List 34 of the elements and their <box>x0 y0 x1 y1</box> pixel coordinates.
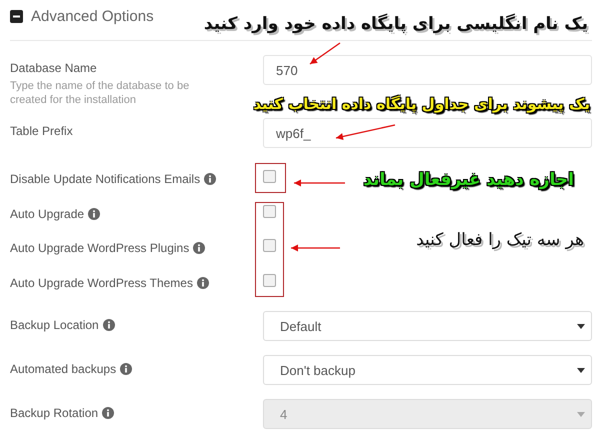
checkbox[interactable] <box>263 239 276 252</box>
info-icon[interactable] <box>102 319 115 331</box>
field-label: Database Name <box>10 61 97 75</box>
text-field[interactable]: 570 <box>263 55 592 85</box>
caret-icon <box>577 368 585 372</box>
text-field[interactable]: wp6f_ <box>263 118 592 148</box>
select-field[interactable]: Don't backup <box>263 355 592 385</box>
checkbox[interactable] <box>263 170 276 184</box>
annotation-text: هر سه تیک را فعال کنید <box>416 229 584 252</box>
caret-icon <box>577 412 585 416</box>
select-field[interactable]: Default <box>263 311 592 341</box>
annotation-text: یک پیشوند برای جداول پایگاه داده انتخاب کنید <box>253 94 590 115</box>
info-icon[interactable] <box>193 242 206 254</box>
section-title: Advanced Options <box>31 8 154 24</box>
checkbox[interactable] <box>263 204 276 218</box>
checkbox[interactable] <box>263 274 276 287</box>
help-text: Type the name of the database to be created for the installation <box>10 79 190 107</box>
info-icon[interactable] <box>120 363 132 375</box>
annotation-text: یک نام انگلیسی برای پایگاه داده خود وارد کنید <box>204 12 588 36</box>
field-label: Backup Rotation <box>10 406 98 420</box>
caret-icon <box>577 324 585 328</box>
field-label: Table Prefix <box>10 124 73 138</box>
field-label: Auto Upgrade WordPress Themes <box>10 276 193 290</box>
field-label: Backup Location <box>10 318 99 332</box>
collapse-icon[interactable] <box>10 10 23 22</box>
highlight-frame <box>255 163 286 193</box>
info-icon[interactable] <box>88 208 100 220</box>
field-label: Disable Update Notifications Emails <box>10 172 200 186</box>
info-icon[interactable] <box>204 173 216 186</box>
field-label: Auto Upgrade <box>10 206 84 221</box>
annotation-text: اجازه دهید غیرفعال بماند <box>363 169 574 192</box>
info-icon[interactable] <box>196 276 209 289</box>
field-label: Automated backups <box>10 362 116 376</box>
field-label: Auto Upgrade WordPress Plugins <box>10 241 190 256</box>
